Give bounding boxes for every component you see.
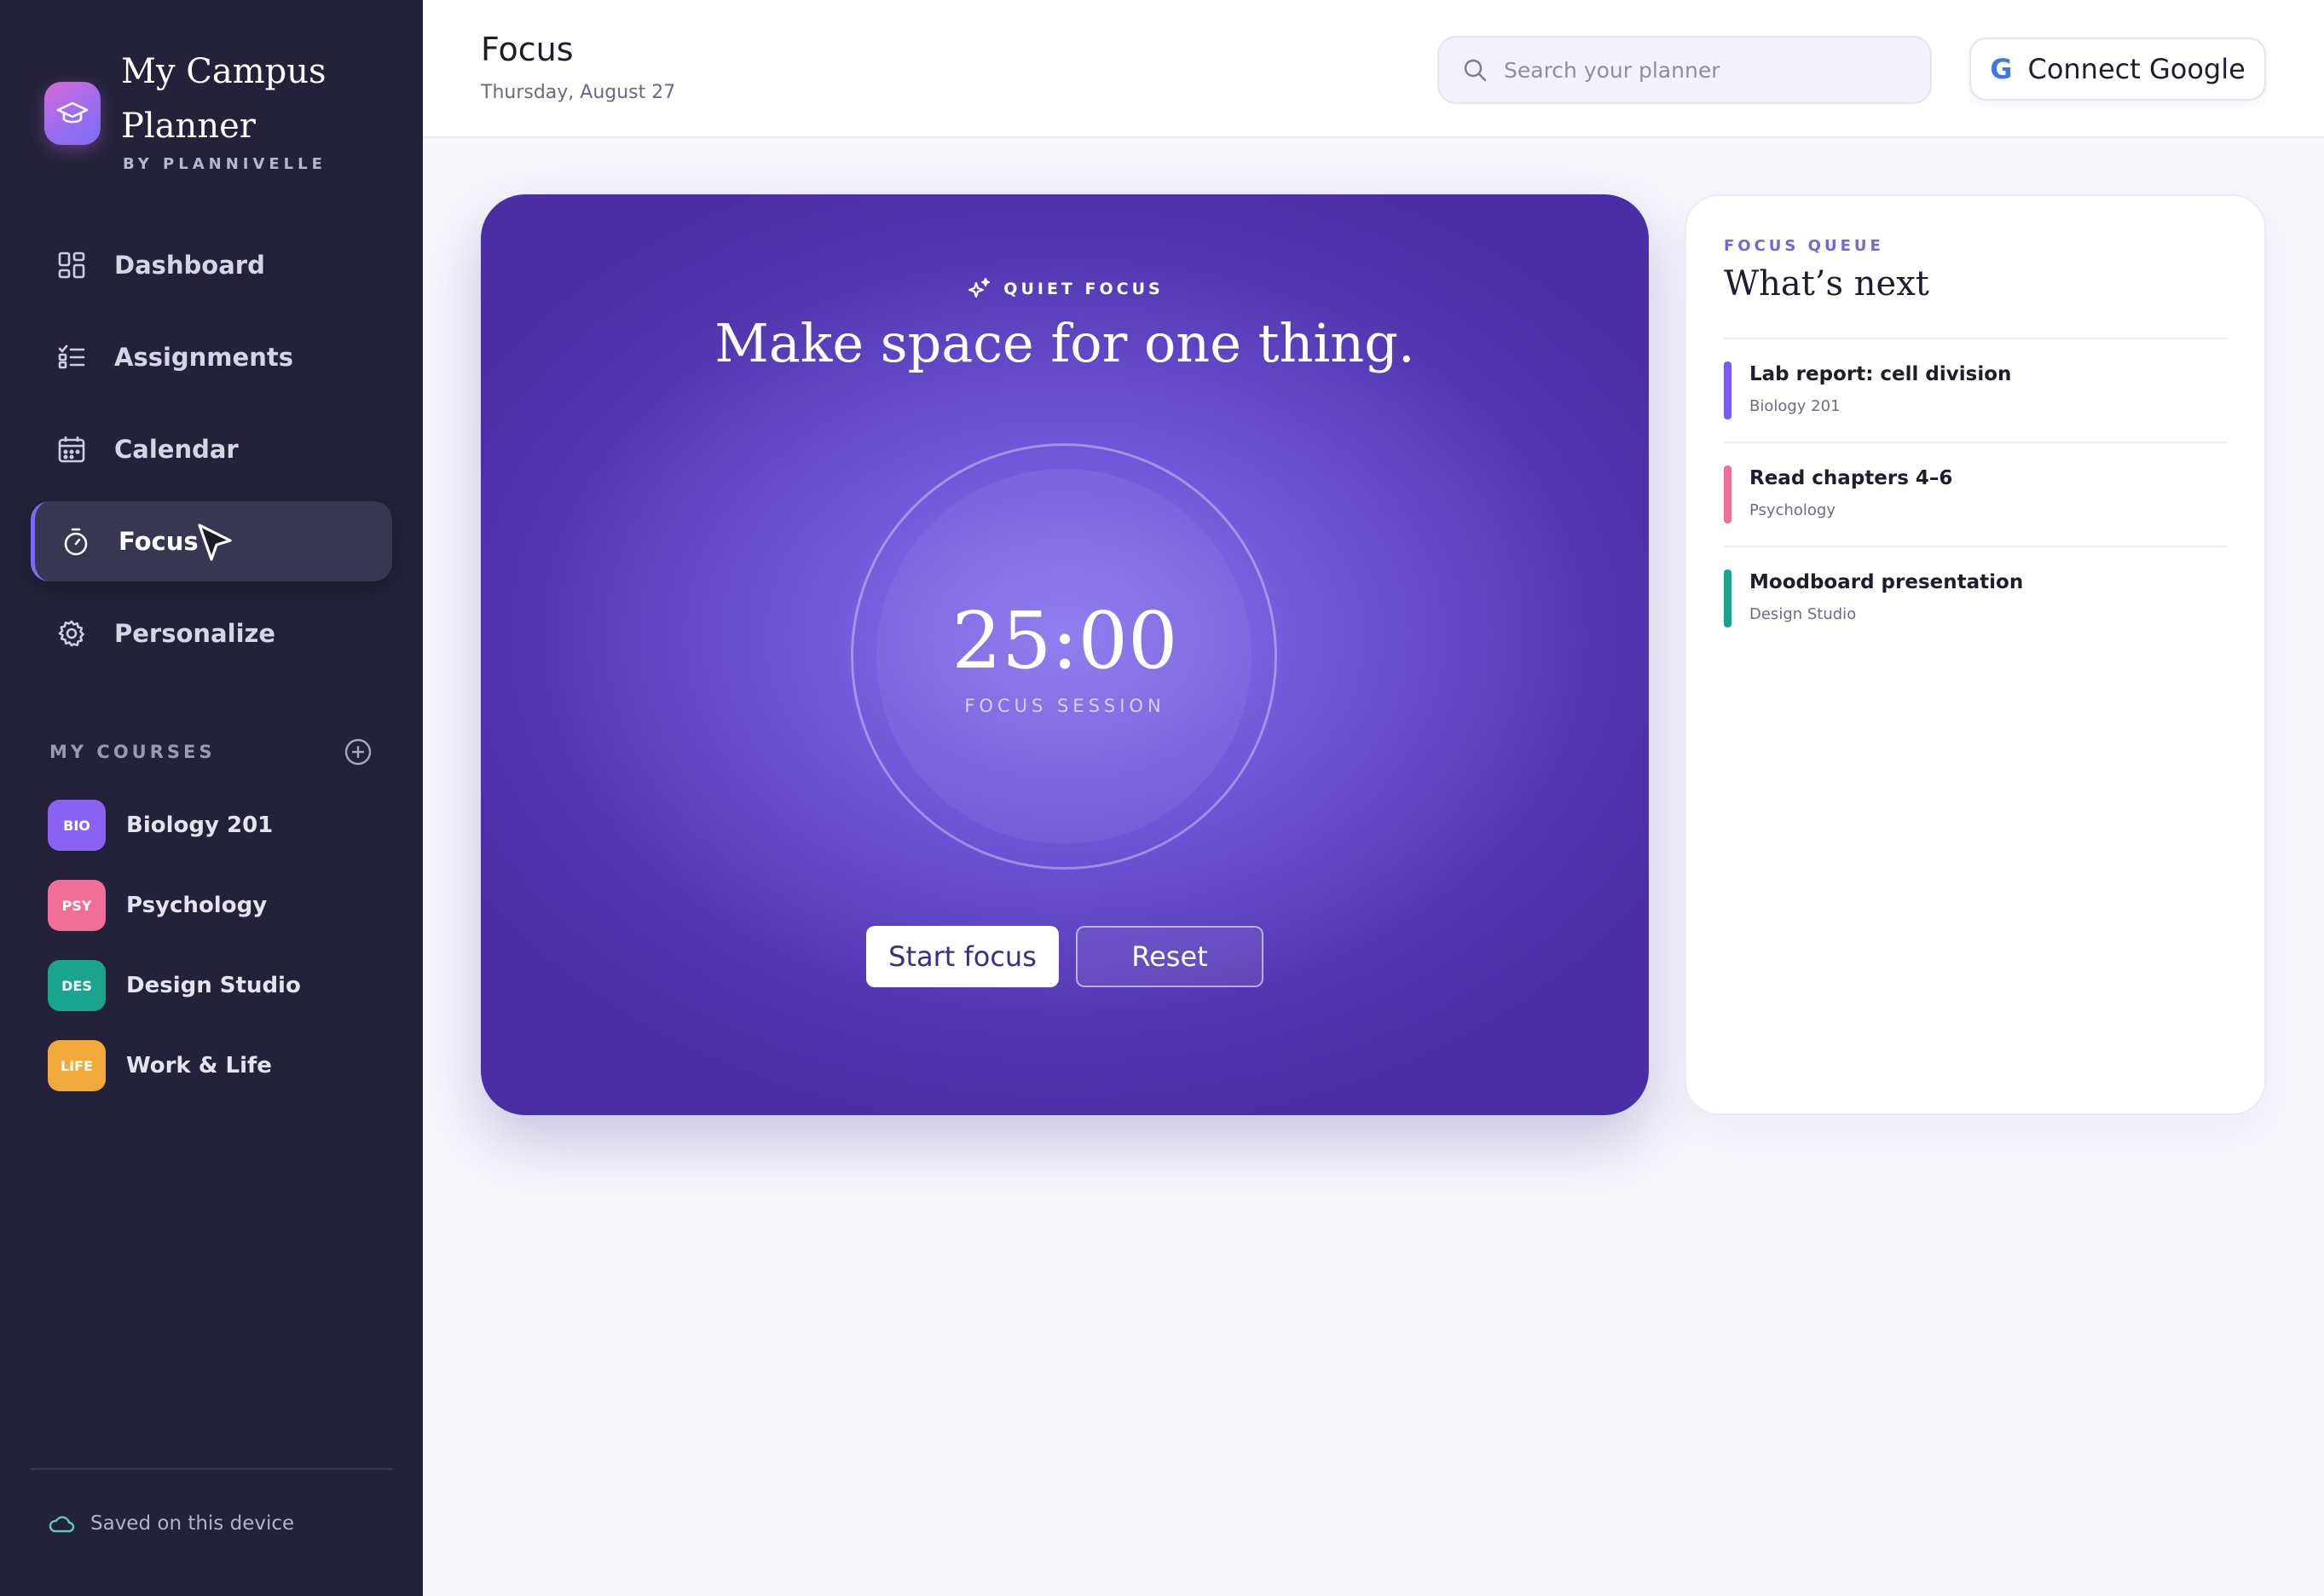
queue-item-course: Psychology	[1749, 501, 1835, 519]
search-icon	[1463, 58, 1487, 82]
search-input[interactable]	[1504, 57, 1913, 83]
gear-icon	[55, 616, 89, 651]
queue-item-course: Design Studio	[1749, 605, 1857, 623]
course-chip: LIFE	[48, 1040, 106, 1091]
connect-google-button[interactable]: G Connect Google	[1969, 38, 2266, 101]
queue-item-title: Read chapters 4–6	[1749, 467, 1953, 489]
nav-item-assignments[interactable]: Assignments	[31, 317, 392, 397]
focus-headline: Make space for one thing.	[714, 312, 1415, 374]
google-icon: G	[1990, 53, 2013, 85]
sidebar: My Campus Planner BY PLANNIVELLE Dashboa…	[0, 0, 423, 1596]
start-focus-button[interactable]: Start focus	[866, 926, 1059, 987]
nav-label-focus: Focus	[119, 527, 199, 556]
sparkles-icon	[966, 276, 991, 302]
connect-google-label: Connect Google	[2027, 53, 2246, 85]
calendar-icon	[55, 432, 89, 466]
queue-item[interactable]: Read chapters 4–6 Psychology	[1724, 466, 2227, 527]
course-name: Biology 201	[126, 812, 274, 838]
course-name: Design Studio	[126, 973, 301, 998]
queue-item[interactable]: Lab report: cell division Biology 201	[1724, 361, 2227, 423]
nav-label-assignments: Assignments	[114, 343, 293, 372]
course-chip: BIO	[48, 800, 106, 851]
queue-divider	[1724, 338, 2227, 339]
course-item-biology[interactable]: BIO Biology 201	[48, 800, 273, 851]
timer-display: 25:00	[951, 595, 1178, 686]
app-byline: BY PLANNIVELLE	[123, 155, 327, 173]
course-item-design-studio[interactable]: DES Design Studio	[48, 960, 301, 1011]
course-item-work-life[interactable]: LIFE Work & Life	[48, 1040, 272, 1091]
queue-item[interactable]: Moodboard presentation Design Studio	[1724, 570, 2227, 631]
page-title: Focus	[481, 31, 574, 68]
page-date: Thursday, August 27	[481, 82, 676, 103]
course-chip: PSY	[48, 880, 106, 931]
course-item-psychology[interactable]: PSY Psychology	[48, 880, 267, 931]
add-course-button[interactable]	[343, 737, 373, 767]
sidebar-divider	[31, 1468, 392, 1470]
queue-kicker: FOCUS QUEUE	[1724, 237, 1884, 255]
nav-label-dashboard: Dashboard	[114, 251, 265, 280]
nav-item-calendar[interactable]: Calendar	[31, 409, 392, 489]
courses-heading: MY COURSES	[49, 742, 216, 762]
courses-header: MY COURSES	[49, 735, 373, 769]
queue-item-color-bar	[1724, 570, 1731, 627]
plus-circle-icon	[344, 738, 372, 766]
checklist-icon	[55, 340, 89, 374]
graduation-cap-icon	[44, 82, 101, 145]
queue-title: What’s next	[1724, 264, 1929, 304]
focus-timer-card: QUIET FOCUS Make space for one thing. 25…	[481, 194, 1649, 1115]
session-label: FOCUS SESSION	[964, 696, 1165, 716]
course-chip: DES	[48, 960, 106, 1011]
saved-text: Saved on this device	[90, 1512, 295, 1535]
course-name: Work & Life	[126, 1053, 272, 1078]
nav-label-personalize: Personalize	[114, 619, 276, 648]
focus-kicker: QUIET FOCUS	[481, 276, 1649, 302]
queue-divider	[1724, 442, 2227, 443]
mouse-cursor-icon	[194, 522, 235, 568]
search-box[interactable]	[1437, 36, 1932, 104]
grid-icon	[55, 248, 89, 282]
nav-label-calendar: Calendar	[114, 435, 239, 464]
stopwatch-icon	[59, 524, 93, 558]
focus-queue-card: FOCUS QUEUE What’s next Lab report: cell…	[1685, 194, 2266, 1115]
app-title: My Campus Planner	[121, 52, 327, 146]
cloud-icon	[48, 1513, 75, 1534]
queue-item-title: Lab report: cell division	[1749, 363, 2012, 385]
queue-divider	[1724, 546, 2227, 547]
nav-item-dashboard[interactable]: Dashboard	[31, 225, 392, 305]
queue-item-course: Biology 201	[1749, 397, 1841, 415]
course-name: Psychology	[126, 893, 268, 918]
queue-item-color-bar	[1724, 361, 1731, 419]
nav-item-personalize[interactable]: Personalize	[31, 593, 392, 674]
saved-status: Saved on this device	[48, 1512, 294, 1535]
reset-button[interactable]: Reset	[1076, 926, 1263, 987]
queue-item-title: Moodboard presentation	[1749, 571, 2024, 593]
queue-item-color-bar	[1724, 466, 1731, 523]
top-bar: Focus Thursday, August 27 G Connect Goog…	[423, 0, 2324, 138]
focus-kicker-text: QUIET FOCUS	[1003, 280, 1164, 298]
